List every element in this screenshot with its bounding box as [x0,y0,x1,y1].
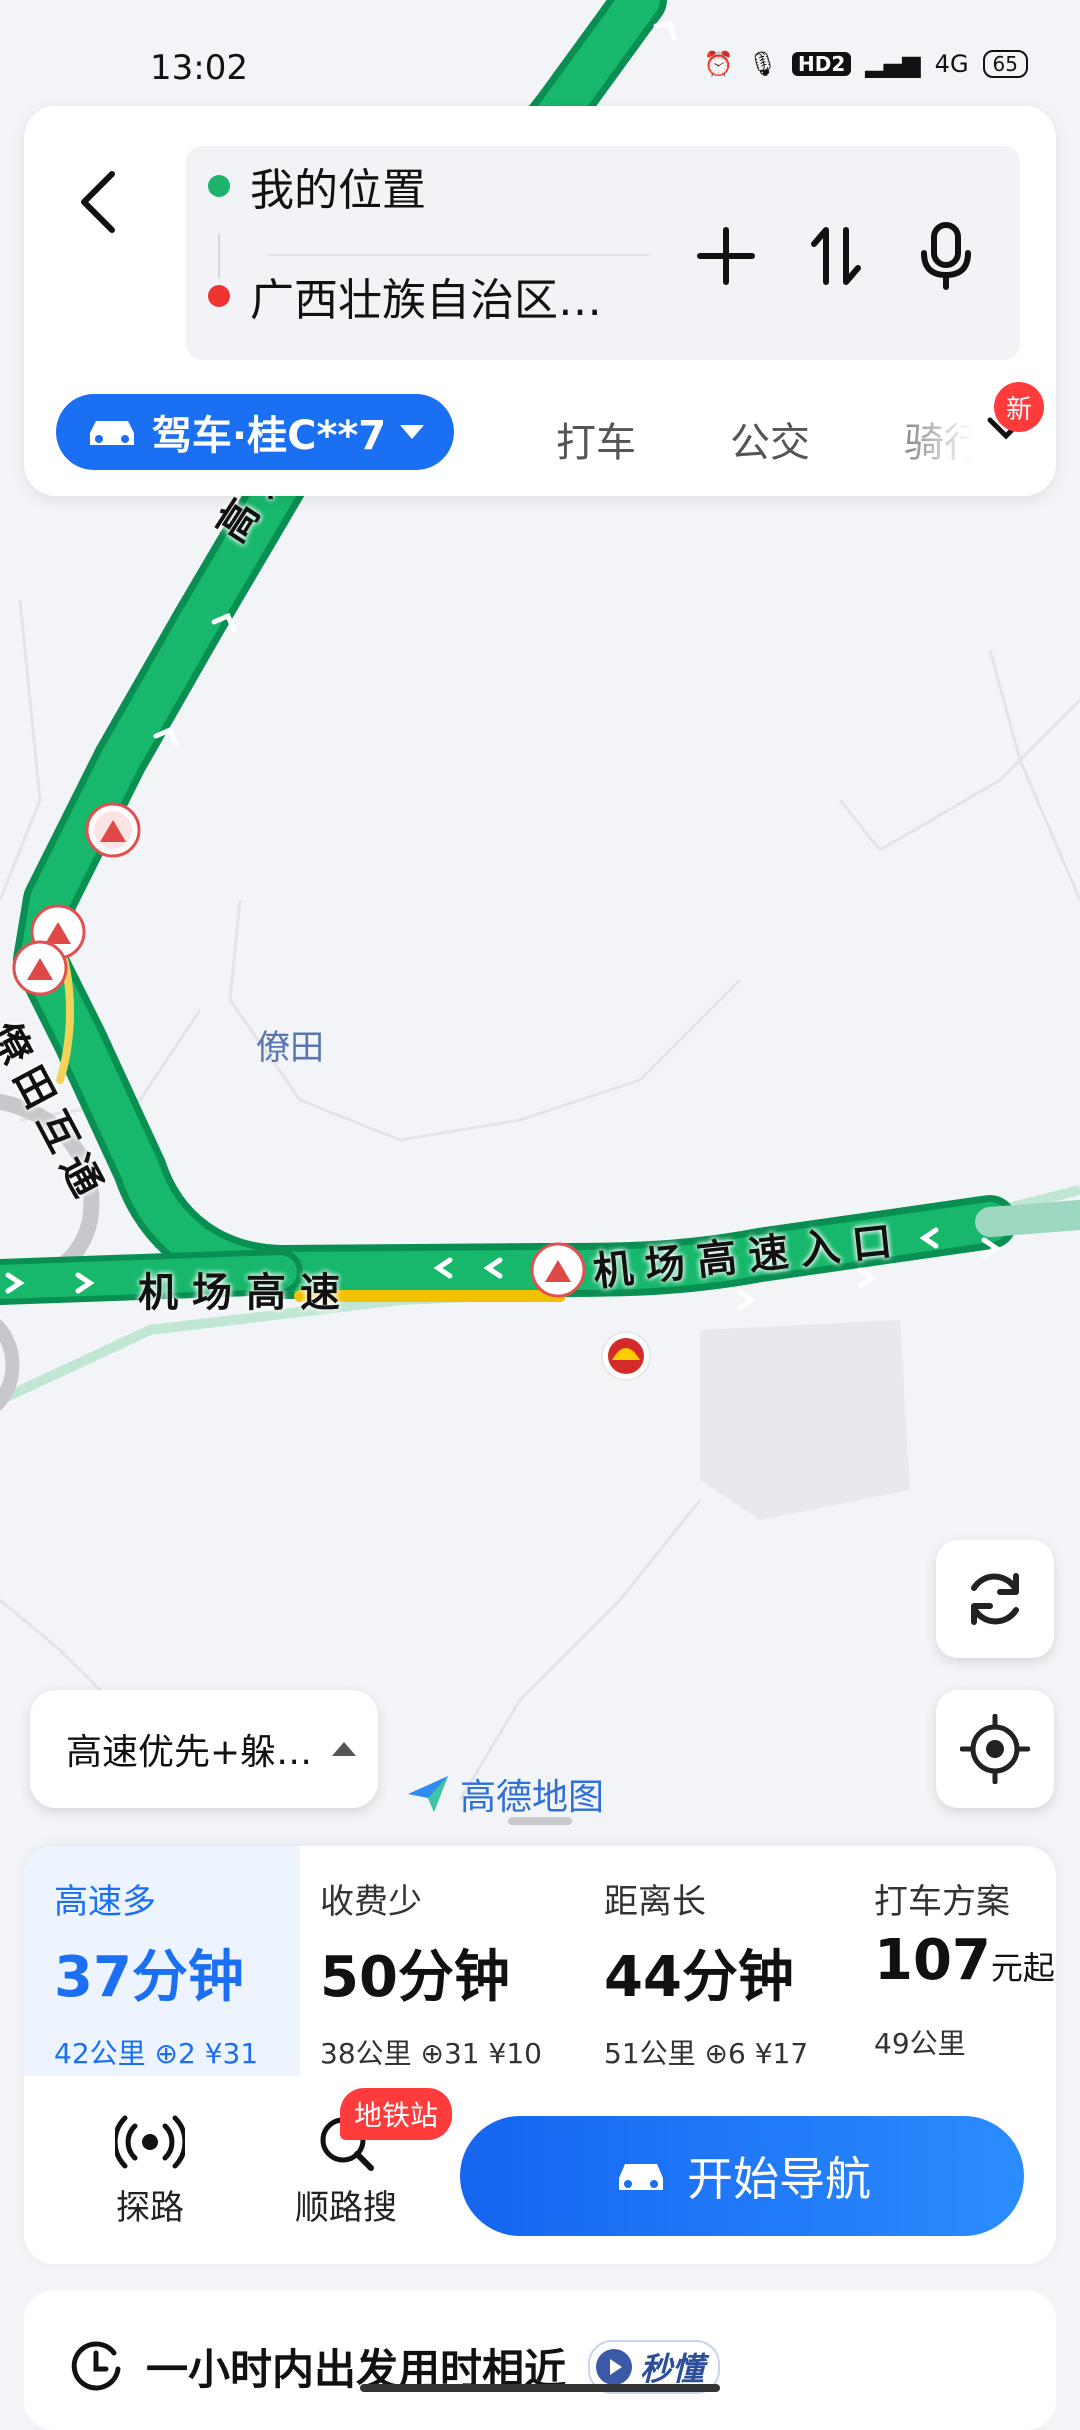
explore-label: 探路 [116,2188,184,2228]
plus-icon [697,227,755,285]
start-navigation-button[interactable]: 开始导航 [460,2116,1024,2236]
status-icons: ⏰ 🎙 HD2 ▂▄▆ 4G 65 [704,50,1028,78]
locate-button[interactable] [936,1690,1054,1808]
caret-up-icon [332,1742,357,1756]
amap-logo-text: 高德地图 [460,1777,605,1818]
route-option[interactable]: 收费少 50分钟 38公里 ⊕31 ¥10 [300,1846,584,2076]
route-option-title: 收费少 [320,1882,422,1922]
departure-tip-card[interactable]: 一小时内出发用时相近 秒懂 [24,2290,1056,2430]
voice-button[interactable] [906,216,986,296]
tab-taxi[interactable]: 打车 [556,410,636,468]
swap-icon [811,227,861,285]
road-label-airport-highway: 机场高速 [138,1270,354,1316]
along-search-label: 顺路搜 [295,2188,397,2228]
metro-badge: 地铁站 [340,2088,453,2140]
status-bar: 13:02 ⏰ 🎙 HD2 ▂▄▆ 4G 65 [0,40,1080,100]
battery-icon: 65 [982,50,1028,78]
home-indicator[interactable] [360,2384,720,2392]
explore-button[interactable]: 探路 [80,2112,220,2229]
route-option-title: 距离长 [604,1882,706,1922]
play-icon [596,2348,633,2385]
route-search-card: 我的位置 广西壮族自治区… 驾车·桂C**7 打车 公交 骑行 新 [24,106,1056,496]
route-option-time: 50分钟 [320,1945,510,2010]
destination-text: 广西壮族自治区… [250,275,602,326]
route-options-panel: 高速多 37分钟 42公里 ⊕2 ¥31 收费少 50分钟 38公里 ⊕31 ¥… [24,1846,1056,2264]
tab-drive[interactable]: 驾车·桂C**7 [56,394,454,470]
taxi-option-title: 打车方案 [874,1882,1010,1922]
taxi-price-unit: 元起 [990,1949,1055,1987]
alarm-icon: ⏰ [703,50,734,78]
caret-down-icon [400,425,425,439]
location-inputs: 我的位置 广西壮族自治区… [186,146,1020,360]
route-option-title: 高速多 [54,1882,156,1922]
destination-dot-icon [208,285,230,307]
route-option-meta: 51公里 ⊕6 ¥17 [604,2037,809,2070]
refresh-route-button[interactable] [936,1540,1054,1658]
amap-logo: 高德地图 [406,1768,604,1820]
tabs-fade [876,390,996,470]
radar-icon [112,2115,188,2169]
origin-text: 我的位置 [250,165,426,216]
refresh-icon [971,1573,1019,1625]
route-option-time: 37分钟 [54,1945,244,2010]
chevron-left-icon [81,171,115,233]
taxi-option-price: 107元起 [874,1928,1055,1993]
explain-badge-label: 秒懂 [640,2349,705,2388]
origin-field[interactable]: 我的位置 [208,146,426,226]
route-option[interactable]: 高速多 37分钟 42公里 ⊕2 ¥31 [24,1846,300,2076]
route-option-meta: 38公里 ⊕31 ¥10 [320,2037,542,2070]
swap-button[interactable] [796,216,876,296]
add-stop-button[interactable] [686,216,766,296]
route-option[interactable]: 距离长 44分钟 51公里 ⊕6 ¥17 [584,1846,854,2076]
new-badge: 新 [994,382,1044,432]
back-button[interactable] [68,152,128,252]
microphone-icon [921,222,971,290]
drag-handle[interactable] [508,1817,572,1825]
signal-icon: ▂▄▆ [865,50,921,78]
clock-icon [71,2341,121,2390]
amap-logo-icon [408,1776,448,1812]
tab-drive-label: 驾车·桂C**7 [151,413,387,459]
taxi-option-meta: 49公里 [874,2027,966,2060]
route-preference-button[interactable]: 高速优先+躲… [30,1690,378,1808]
destination-field[interactable]: 广西壮族自治区… [208,256,602,336]
route-preference-label: 高速优先+躲… [66,1732,313,1773]
network-icon: 4G [934,50,969,78]
tab-bus[interactable]: 公交 [730,410,810,468]
taxi-price-value: 107 [874,1928,991,1993]
mic-status-icon: 🎙 [747,50,779,78]
travel-mode-tabs: 驾车·桂C**7 打车 公交 骑行 新 [56,382,1056,470]
start-navigation-label: 开始导航 [687,2152,871,2206]
place-label: 僚田 [256,1028,324,1068]
crosshair-icon [960,1714,1030,1784]
hd-icon: HD2 [792,52,852,76]
route-option-time: 44分钟 [604,1945,794,2010]
origin-dot-icon [208,175,230,197]
car-icon [619,2164,663,2190]
route-option-meta: 42公里 ⊕2 ¥31 [54,2037,259,2070]
car-icon [89,421,134,445]
status-time: 13:02 [150,48,248,88]
taxi-option[interactable]: 打车方案 107元起 49公里 [854,1846,1056,2076]
